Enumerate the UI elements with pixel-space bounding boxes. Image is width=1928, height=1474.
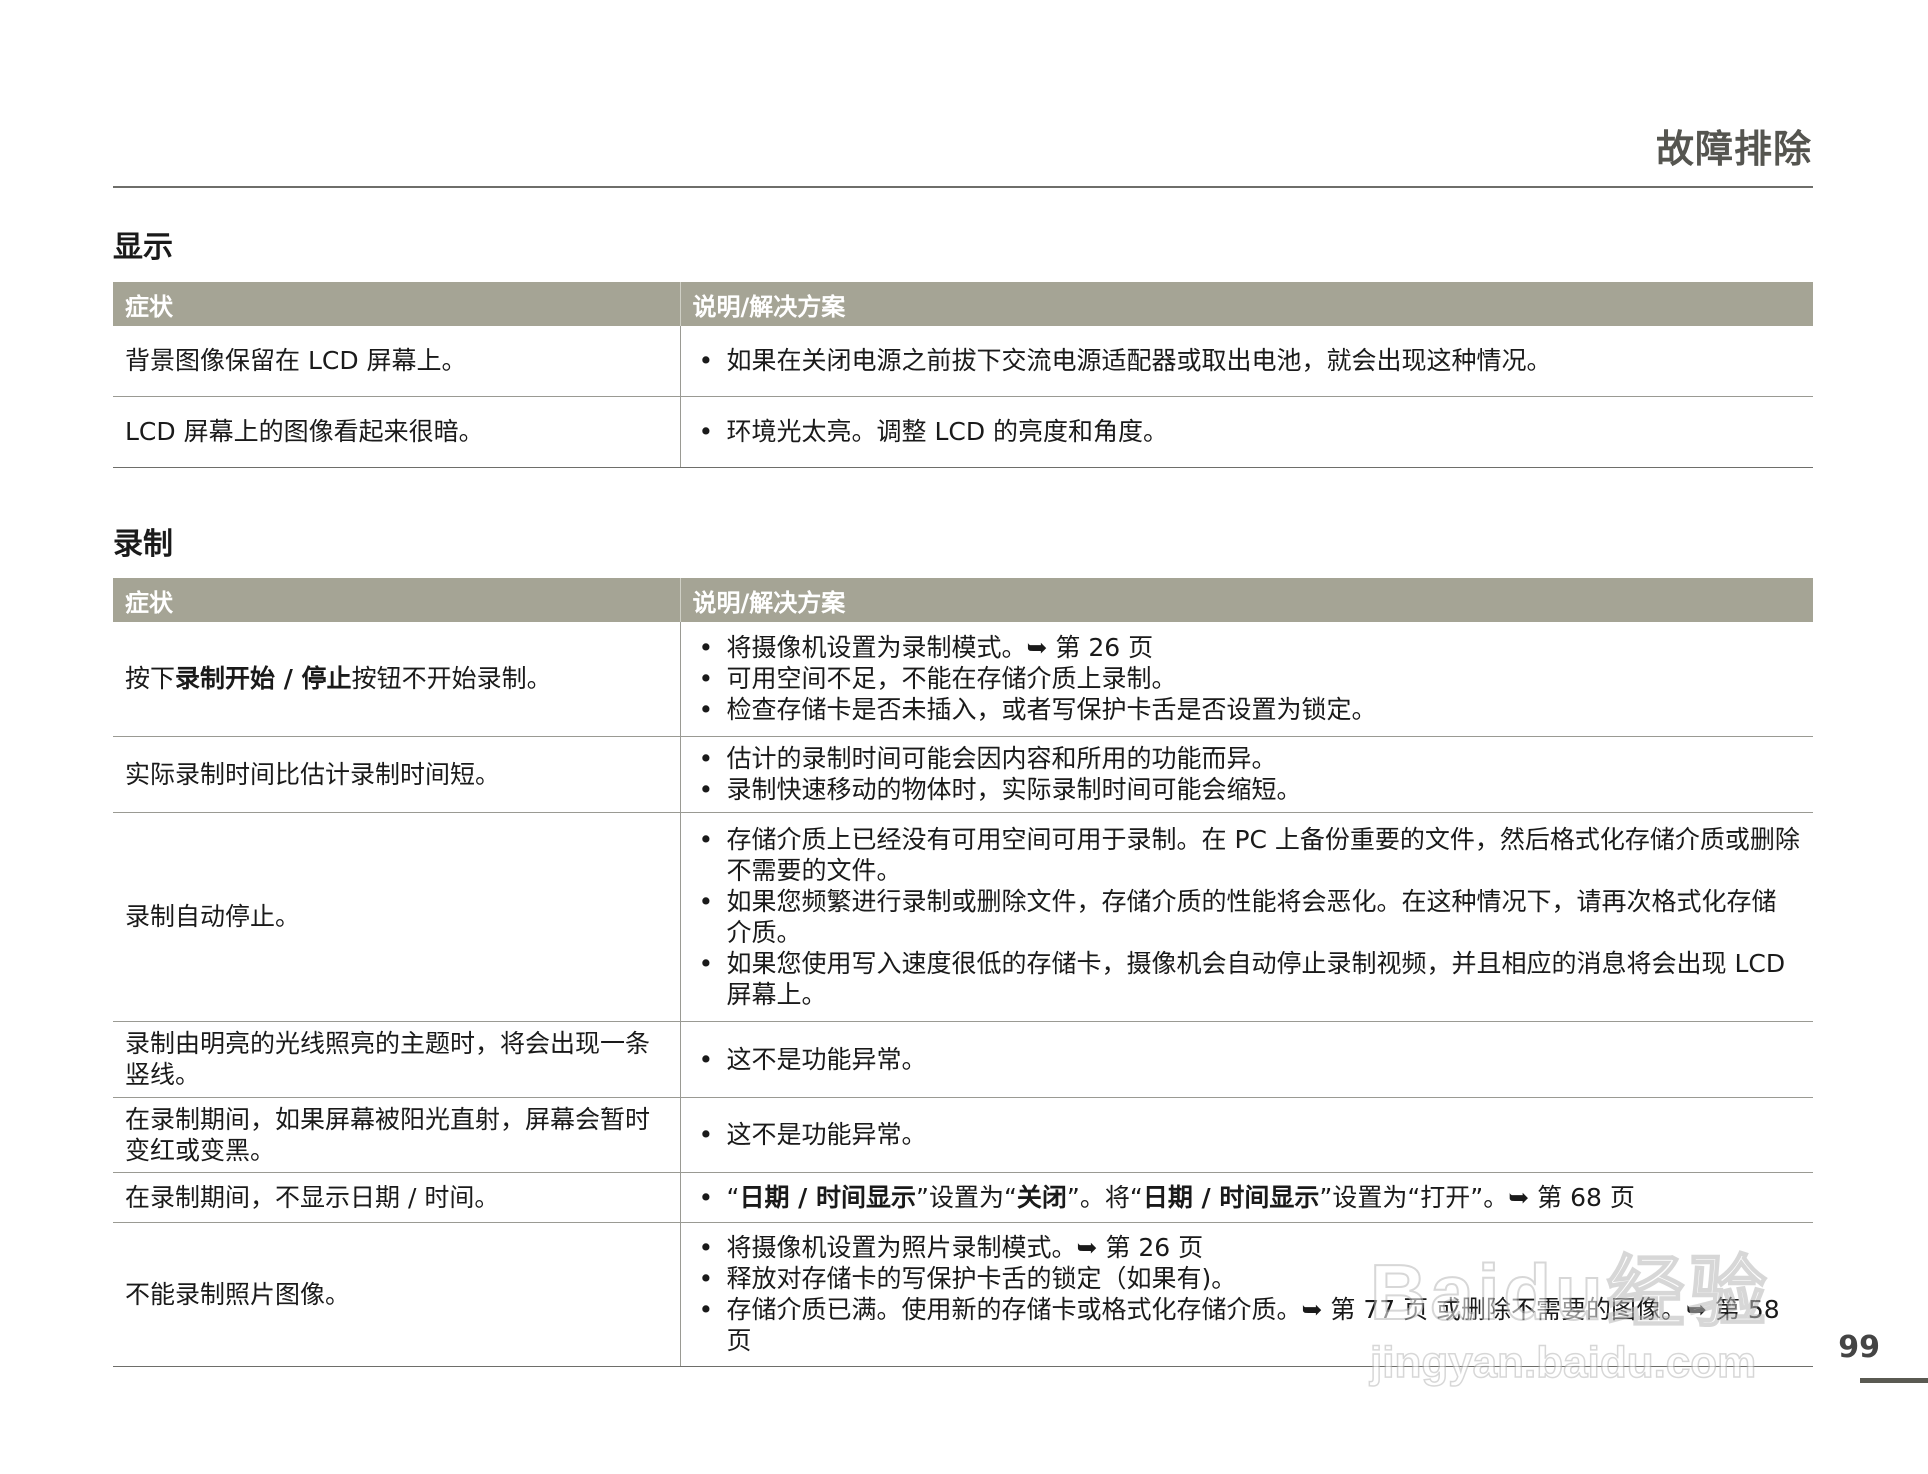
table-row: 背景图像保留在 LCD 屏幕上。 如果在关闭电源之前拔下交流电源适配器或取出电池… xyxy=(113,326,1813,397)
solution-item: 将摄像机设置为照片录制模式。➥ 第 26 页 xyxy=(693,1232,1802,1263)
solution-cell: 估计的录制时间可能会因内容和所用的功能而异。 录制快速移动的物体时，实际录制时间… xyxy=(680,736,1813,813)
section-title-display: 显示 xyxy=(113,230,173,265)
solution-item: 将摄像机设置为录制模式。➥ 第 26 页 xyxy=(693,632,1802,663)
table-row: 在录制期间，不显示日期 / 时间。 “日期 / 时间显示”设置为“关闭”。将“日… xyxy=(113,1172,1813,1223)
symptom-cell: 不能录制照片图像。 xyxy=(113,1222,681,1367)
table-row: LCD 屏幕上的图像看起来很暗。 环境光太亮。调整 LCD 的亮度和角度。 xyxy=(113,396,1813,468)
solution-cell: 存储介质上已经没有可用空间可用于录制。在 PC 上备份重要的文件，然后格式化存储… xyxy=(680,812,1813,1022)
solution-item: 录制快速移动的物体时，实际录制时间可能会缩短。 xyxy=(693,774,1802,805)
table-header-row: 症状 说明/解决方案 xyxy=(113,282,1813,326)
table-row: 不能录制照片图像。 将摄像机设置为照片录制模式。➥ 第 26 页 释放对存储卡的… xyxy=(113,1222,1813,1367)
recording-troubleshooting-table: 症状 说明/解决方案 按下录制开始 / 停止按钮不开始录制。 将摄像机设置为录制… xyxy=(113,578,1813,1367)
solution-text: ”设置为“打开”。➥ 第 68 页 xyxy=(1319,1182,1635,1212)
display-troubleshooting-table: 症状 说明/解决方案 背景图像保留在 LCD 屏幕上。 如果在关闭电源之前拔下交… xyxy=(113,282,1813,468)
solution-cell: 如果在关闭电源之前拔下交流电源适配器或取出电池，就会出现这种情况。 xyxy=(680,326,1813,397)
solution-item: 这不是功能异常。 xyxy=(693,1119,1802,1150)
symptom-cell: 实际录制时间比估计录制时间短。 xyxy=(113,736,681,813)
solution-cell: 将摄像机设置为照片录制模式。➥ 第 26 页 释放对存储卡的写保护卡舌的锁定（如… xyxy=(680,1222,1813,1367)
column-header-symptom: 症状 xyxy=(113,578,680,622)
solution-item: 可用空间不足，不能在存储介质上录制。 xyxy=(693,663,1802,694)
setting-value-emphasis: 关闭 xyxy=(1016,1182,1067,1212)
symptom-cell: 录制由明亮的光线照亮的主题时，将会出现一条竖线。 xyxy=(113,1021,681,1098)
menu-name-emphasis: 日期 / 时间显示 xyxy=(1142,1182,1320,1212)
solution-cell: 这不是功能异常。 xyxy=(680,1021,1813,1098)
solution-cell: 将摄像机设置为录制模式。➥ 第 26 页 可用空间不足，不能在存储介质上录制。 … xyxy=(680,622,1813,737)
solution-item: “日期 / 时间显示”设置为“关闭”。将“日期 / 时间显示”设置为“打开”。➥… xyxy=(693,1182,1802,1213)
symptom-text-pre: 按下 xyxy=(125,664,176,694)
solution-cell: 环境光太亮。调整 LCD 的亮度和角度。 xyxy=(680,396,1813,468)
column-header-symptom: 症状 xyxy=(113,282,680,326)
symptom-cell: 在录制期间，不显示日期 / 时间。 xyxy=(113,1172,681,1223)
section-title-recording: 录制 xyxy=(113,527,173,562)
menu-name-emphasis: 日期 / 时间显示 xyxy=(739,1182,916,1212)
table-row: 按下录制开始 / 停止按钮不开始录制。 将摄像机设置为录制模式。➥ 第 26 页… xyxy=(113,622,1813,737)
symptom-cell: 录制自动停止。 xyxy=(113,812,681,1022)
table-row: 在录制期间，如果屏幕被阳光直射，屏幕会暂时变红或变黑。 这不是功能异常。 xyxy=(113,1097,1813,1173)
solution-item: 环境光太亮。调整 LCD 的亮度和角度。 xyxy=(693,416,1802,447)
page-header-title: 故障排除 xyxy=(1655,127,1812,171)
solution-cell: “日期 / 时间显示”设置为“关闭”。将“日期 / 时间显示”设置为“打开”。➥… xyxy=(680,1172,1813,1223)
solution-item: 估计的录制时间可能会因内容和所用的功能而异。 xyxy=(693,743,1802,774)
solution-item: 释放对存储卡的写保护卡舌的锁定（如果有)。 xyxy=(693,1263,1802,1294)
table-row: 录制自动停止。 存储介质上已经没有可用空间可用于录制。在 PC 上备份重要的文件… xyxy=(113,812,1813,1022)
quote-open: “ xyxy=(726,1182,740,1212)
table-header-row: 症状 说明/解决方案 xyxy=(113,578,1813,622)
button-name-emphasis: 录制开始 / 停止 xyxy=(175,664,352,694)
column-header-solution: 说明/解决方案 xyxy=(679,578,1813,622)
header-rule xyxy=(113,186,1813,188)
solution-item: 存储介质上已经没有可用空间可用于录制。在 PC 上备份重要的文件，然后格式化存储… xyxy=(693,824,1802,886)
symptom-text-post: 按钮不开始录制。 xyxy=(351,664,552,694)
solution-item: 如果您频繁进行录制或删除文件，存储介质的性能将会恶化。在这种情况下，请再次格式化… xyxy=(693,886,1802,948)
solution-item: 检查存储卡是否未插入，或者写保护卡舌是否设置为锁定。 xyxy=(693,694,1802,725)
symptom-cell: LCD 屏幕上的图像看起来很暗。 xyxy=(113,396,681,468)
symptom-cell: 按下录制开始 / 停止按钮不开始录制。 xyxy=(113,622,681,737)
page-number: 99 xyxy=(1838,1330,1880,1365)
table-row: 录制由明亮的光线照亮的主题时，将会出现一条竖线。 这不是功能异常。 xyxy=(113,1021,1813,1098)
column-header-solution: 说明/解决方案 xyxy=(679,282,1813,326)
symptom-cell: 在录制期间，如果屏幕被阳光直射，屏幕会暂时变红或变黑。 xyxy=(113,1097,681,1173)
page-number-bar xyxy=(1860,1378,1928,1383)
symptom-cell: 背景图像保留在 LCD 屏幕上。 xyxy=(113,326,681,397)
solution-text: ”。将“ xyxy=(1066,1182,1143,1212)
solution-cell: 这不是功能异常。 xyxy=(680,1097,1813,1173)
table-row: 实际录制时间比估计录制时间短。 估计的录制时间可能会因内容和所用的功能而异。 录… xyxy=(113,736,1813,813)
solution-item: 如果您使用写入速度很低的存储卡，摄像机会自动停止录制视频，并且相应的消息将会出现… xyxy=(693,948,1802,1010)
solution-text: ”设置为“ xyxy=(916,1182,1017,1212)
solution-item: 如果在关闭电源之前拔下交流电源适配器或取出电池，就会出现这种情况。 xyxy=(693,345,1802,376)
solution-item: 这不是功能异常。 xyxy=(693,1044,1802,1075)
solution-item: 存储介质已满。使用新的存储卡或格式化存储介质。➥ 第 77 页 或删除不需要的图… xyxy=(693,1294,1802,1356)
